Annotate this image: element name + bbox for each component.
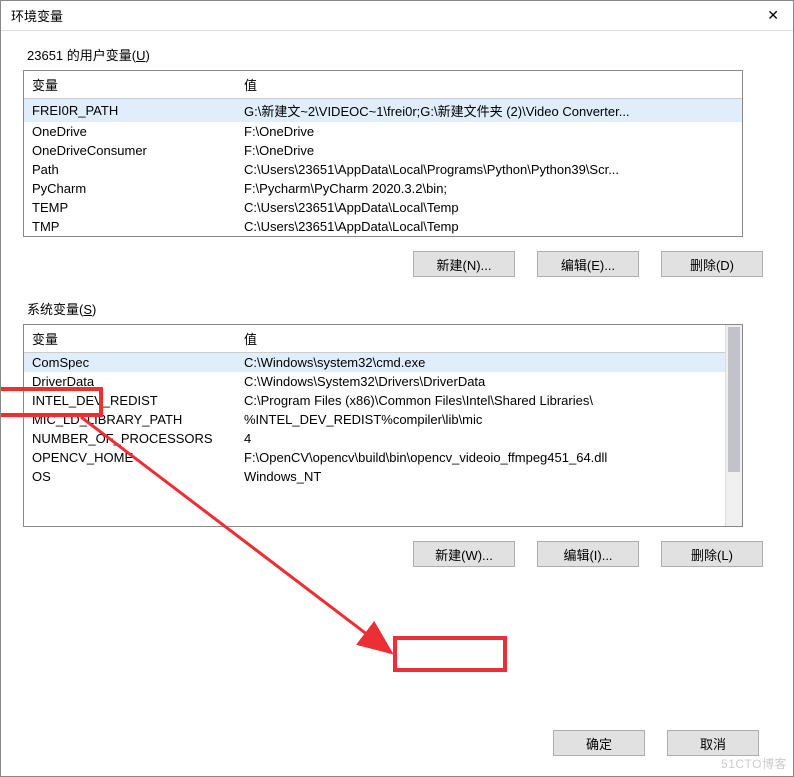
cell-var: TMP xyxy=(24,217,236,236)
cell-val: F:\OneDrive xyxy=(236,141,742,160)
user-vars-table-wrap: 变量 值 FREI0R_PATHG:\新建文~2\VIDEOC~1\frei0r… xyxy=(23,70,743,237)
sys-label-prefix: 系统变量( xyxy=(27,302,83,317)
col-header-value[interactable]: 值 xyxy=(236,71,742,99)
table-row[interactable]: OPENCV_HOMEF:\OpenCV\opencv\build\bin\op… xyxy=(24,448,725,467)
user-delete-button[interactable]: 删除(D) xyxy=(661,251,763,277)
table-row[interactable]: FREI0R_PATHG:\新建文~2\VIDEOC~1\frei0r;G:\新… xyxy=(24,99,742,123)
dialog-footer: 确定 取消 xyxy=(1,720,793,776)
titlebar: 环境变量 ✕ xyxy=(1,1,793,31)
table-row[interactable]: OneDriveF:\OneDrive xyxy=(24,122,742,141)
sys-vars-table-wrap: 变量 值 ComSpecC:\Windows\system32\cmd.exe … xyxy=(23,324,743,527)
table-row[interactable]: PyCharmF:\Pycharm\PyCharm 2020.3.2\bin; xyxy=(24,179,742,198)
cell-var: OneDrive xyxy=(24,122,236,141)
close-icon[interactable]: ✕ xyxy=(761,3,785,28)
cell-var: OS xyxy=(24,467,236,486)
cell-val: %INTEL_DEV_REDIST%compiler\lib\mic xyxy=(236,410,725,429)
env-var-dialog: 环境变量 ✕ 23651 的用户变量(U) 变量 值 FREI0R_PATHG:… xyxy=(0,0,794,777)
table-row[interactable]: DriverDataC:\Windows\System32\Drivers\Dr… xyxy=(24,372,725,391)
sys-vars-buttons: 新建(W)... 编辑(I)... 删除(L) xyxy=(23,537,777,585)
cell-val: C:\Program Files (x86)\Common Files\Inte… xyxy=(236,391,725,410)
cell-val: C:\Windows\System32\Drivers\DriverData xyxy=(236,372,725,391)
annotation-box xyxy=(393,636,507,672)
sys-delete-button[interactable]: 删除(L) xyxy=(661,541,763,567)
sys-label-hotkey: S xyxy=(83,302,92,317)
cell-var: INTEL_DEV_REDIST xyxy=(24,391,236,410)
cell-val: C:\Users\23651\AppData\Local\Temp xyxy=(236,198,742,217)
cell-var: NUMBER_OF_PROCESSORS xyxy=(24,429,236,448)
cell-var: Path xyxy=(24,160,236,179)
table-row[interactable]: TEMPC:\Users\23651\AppData\Local\Temp xyxy=(24,198,742,217)
table-row[interactable]: PathC:\Users\23651\AppData\Local\Program… xyxy=(24,160,742,179)
sys-vars-table[interactable]: 变量 值 ComSpecC:\Windows\system32\cmd.exe … xyxy=(24,325,725,486)
sys-edit-button[interactable]: 编辑(I)... xyxy=(537,541,639,567)
table-row[interactable]: MIC_LD_LIBRARY_PATH%INTEL_DEV_REDIST%com… xyxy=(24,410,725,429)
col-header-variable[interactable]: 变量 xyxy=(24,325,236,353)
ok-button[interactable]: 确定 xyxy=(553,730,645,756)
cell-var: MIC_LD_LIBRARY_PATH xyxy=(24,410,236,429)
cell-var: DriverData xyxy=(24,372,236,391)
cell-val: Windows_NT xyxy=(236,467,725,486)
cell-val: C:\Users\23651\AppData\Local\Temp xyxy=(236,217,742,236)
sys-new-button[interactable]: 新建(W)... xyxy=(413,541,515,567)
table-row[interactable]: OSWindows_NT xyxy=(24,467,725,486)
table-row[interactable]: INTEL_DEV_REDISTC:\Program Files (x86)\C… xyxy=(24,391,725,410)
cell-val: 4 xyxy=(236,429,725,448)
table-row[interactable]: ComSpecC:\Windows\system32\cmd.exe xyxy=(24,353,725,373)
cell-val: C:\Users\23651\AppData\Local\Programs\Py… xyxy=(236,160,742,179)
cell-var: TEMP xyxy=(24,198,236,217)
user-label-suffix: ) xyxy=(145,48,149,63)
cell-var: ComSpec xyxy=(24,353,236,373)
cell-var: OPENCV_HOME xyxy=(24,448,236,467)
user-new-button[interactable]: 新建(N)... xyxy=(413,251,515,277)
cell-val: C:\Windows\system32\cmd.exe xyxy=(236,353,725,373)
cell-var: FREI0R_PATH xyxy=(24,99,236,123)
cell-val: F:\OneDrive xyxy=(236,122,742,141)
cell-var: PyCharm xyxy=(24,179,236,198)
cancel-button[interactable]: 取消 xyxy=(667,730,759,756)
cell-val: G:\新建文~2\VIDEOC~1\frei0r;G:\新建文件夹 (2)\Vi… xyxy=(236,99,742,123)
scrollbar-thumb[interactable] xyxy=(728,327,740,472)
content-area: 23651 的用户变量(U) 变量 值 FREI0R_PATHG:\新建文~2\… xyxy=(1,31,793,720)
sys-vars-label: 系统变量(S) xyxy=(23,295,777,324)
table-row[interactable]: NUMBER_OF_PROCESSORS4 xyxy=(24,429,725,448)
window-title: 环境变量 xyxy=(11,6,761,25)
user-vars-table[interactable]: 变量 值 FREI0R_PATHG:\新建文~2\VIDEOC~1\frei0r… xyxy=(24,71,742,236)
user-vars-label: 23651 的用户变量(U) xyxy=(23,41,777,70)
user-vars-buttons: 新建(N)... 编辑(E)... 删除(D) xyxy=(23,247,777,295)
user-label-prefix: 23651 的用户变量( xyxy=(27,48,136,63)
cell-var: OneDriveConsumer xyxy=(24,141,236,160)
table-row[interactable]: OneDriveConsumerF:\OneDrive xyxy=(24,141,742,160)
cell-val: F:\OpenCV\opencv\build\bin\opencv_videoi… xyxy=(236,448,725,467)
sys-label-suffix: ) xyxy=(92,302,96,317)
col-header-variable[interactable]: 变量 xyxy=(24,71,236,99)
vertical-scrollbar[interactable] xyxy=(725,325,742,526)
col-header-value[interactable]: 值 xyxy=(236,325,725,353)
cell-val: F:\Pycharm\PyCharm 2020.3.2\bin; xyxy=(236,179,742,198)
user-edit-button[interactable]: 编辑(E)... xyxy=(537,251,639,277)
table-row[interactable]: TMPC:\Users\23651\AppData\Local\Temp xyxy=(24,217,742,236)
